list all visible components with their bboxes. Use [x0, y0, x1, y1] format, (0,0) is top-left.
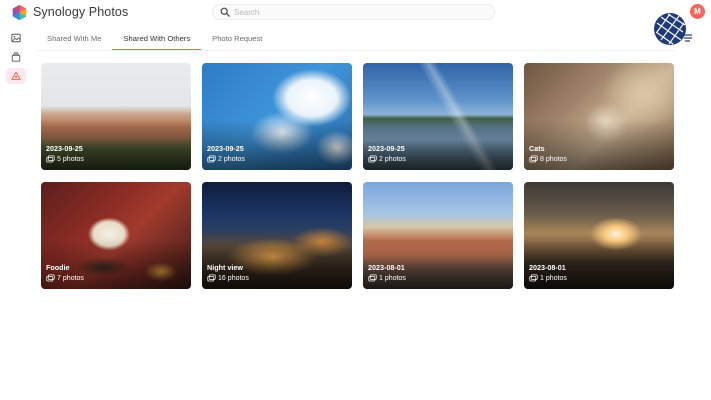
album-card[interactable]: Night view 16 photos [202, 182, 352, 289]
album-count-unit: photos [62, 274, 84, 282]
album-count: 5 photos [46, 155, 84, 163]
album-card[interactable]: 2023-09-25 2 photos [202, 63, 352, 170]
shared-photos-icon [46, 274, 55, 282]
album-count-number: 2 [379, 155, 383, 163]
album-count-number: 5 [57, 155, 61, 163]
album-count-unit: photos [545, 274, 567, 282]
search-input[interactable] [234, 6, 484, 18]
album-count-number: 2 [218, 155, 222, 163]
album-count-number: 16 [218, 274, 226, 282]
shared-photos-icon [207, 274, 216, 282]
share-icon [11, 71, 21, 80]
sidebar-item-photos[interactable] [6, 30, 26, 46]
shared-photos-icon [368, 274, 377, 282]
shared-photos-icon [46, 155, 55, 163]
album-count-unit: photos [62, 155, 84, 163]
album-count: 16 photos [207, 274, 249, 282]
album-title: 2023-08-01 [529, 263, 566, 272]
album-icon [11, 52, 21, 62]
sidebar-item-sharing[interactable] [6, 68, 26, 84]
album-count-unit: photos [227, 274, 249, 282]
shared-photos-icon [529, 274, 538, 282]
tab-photo-request[interactable]: Photo Request [201, 29, 273, 51]
tab-shared-with-others[interactable]: Shared With Others [112, 29, 201, 51]
album-title: Foodie [46, 263, 70, 272]
shared-photos-icon [207, 155, 216, 163]
album-card[interactable]: 2023-08-01 1 photos [363, 182, 513, 289]
search-bar[interactable] [212, 4, 495, 20]
album-count-unit: photos [545, 155, 567, 163]
album-count-number: 1 [540, 274, 544, 282]
album-count-unit: photos [223, 155, 245, 163]
image-icon [11, 33, 21, 43]
app-title: Synology Photos [33, 5, 129, 19]
album-count: 1 photos [529, 274, 567, 282]
album-count-number: 7 [57, 274, 61, 282]
album-count: 2 photos [368, 155, 406, 163]
album-card[interactable]: 2023-09-25 2 photos [363, 63, 513, 170]
album-title: 2023-09-25 [46, 144, 83, 153]
album-card[interactable]: 2023-08-01 1 photos [524, 182, 674, 289]
album-count: 8 photos [529, 155, 567, 163]
album-title: Night view [207, 263, 243, 272]
sharing-tabs: Shared With Me Shared With Others Photo … [36, 29, 273, 51]
album-grid: 2023-09-25 5 photos 2023-09-25 2 photos [41, 63, 674, 289]
album-title: 2023-09-25 [368, 144, 405, 153]
shared-photos-icon [368, 155, 377, 163]
album-title: 2023-09-25 [207, 144, 244, 153]
search-icon [220, 7, 230, 17]
album-card[interactable]: 2023-09-25 5 photos [41, 63, 191, 170]
album-count-unit: photos [384, 274, 406, 282]
album-count-number: 1 [379, 274, 383, 282]
album-title: Cats [529, 144, 545, 153]
album-count-number: 8 [540, 155, 544, 163]
shared-photos-icon [529, 155, 538, 163]
album-count: 2 photos [207, 155, 245, 163]
album-count-unit: photos [384, 155, 406, 163]
app-window: Synology Photos M [0, 0, 711, 400]
tab-divider [36, 50, 676, 51]
album-count: 7 photos [46, 274, 84, 282]
tab-shared-with-me[interactable]: Shared With Me [36, 29, 112, 51]
album-card[interactable]: Foodie 7 photos [41, 182, 191, 289]
album-count: 1 photos [368, 274, 406, 282]
sidebar-item-albums[interactable] [6, 49, 26, 65]
synology-photos-logo [12, 4, 27, 21]
album-title: 2023-08-01 [368, 263, 405, 272]
album-card[interactable]: Cats 8 photos [524, 63, 674, 170]
synology-emblem-icon [654, 13, 692, 45]
